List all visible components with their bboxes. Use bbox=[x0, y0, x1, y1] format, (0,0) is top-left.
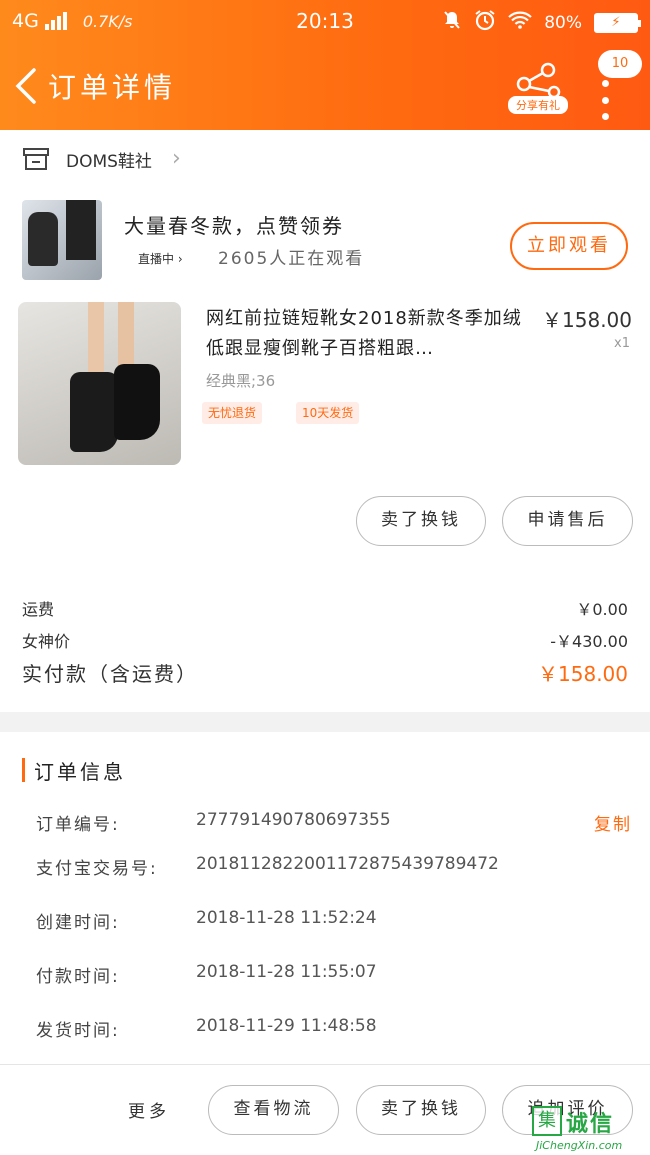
product-quantity: x1 bbox=[614, 336, 630, 351]
share-label: 分享有礼 bbox=[508, 96, 568, 114]
section-divider bbox=[0, 712, 650, 732]
product-item[interactable]: 网红前拉链短靴女2018新款冬季加绒低跟显瘦倒靴子百搭粗跟… ￥158.00 x… bbox=[0, 302, 650, 472]
share-icon bbox=[516, 62, 561, 99]
after-sale-button[interactable]: 申请售后 bbox=[502, 496, 633, 546]
watch-now-button[interactable]: 立即观看 bbox=[510, 222, 628, 270]
more-menu-icon[interactable] bbox=[602, 80, 612, 120]
copy-button[interactable]: 复制 bbox=[594, 810, 632, 835]
status-right: 80% ⚡ bbox=[442, 9, 641, 36]
battery-percent: 80% bbox=[544, 12, 582, 33]
watermark-text: 诚信 bbox=[566, 1112, 615, 1137]
sell-exchange-button[interactable]: 卖了换钱 bbox=[356, 496, 486, 546]
message-badge[interactable]: 10 bbox=[598, 50, 642, 78]
chevron-right-icon: › bbox=[172, 146, 181, 171]
info-key: 发货时间: bbox=[36, 1021, 120, 1041]
status-bar: 4G 0.7K/s 20:13 80% ⚡ bbox=[0, 0, 650, 42]
live-promo[interactable]: 大量春冬款，点赞领券 直播中 › 2605人正在观看 立即观看 bbox=[0, 200, 650, 284]
nav-bar: 订单详情 分享有礼 10 bbox=[0, 44, 650, 130]
watermark-box: 集 bbox=[532, 1106, 562, 1136]
back-arrow-icon[interactable] bbox=[12, 66, 40, 106]
info-key: 订单编号: bbox=[36, 815, 120, 835]
live-title: 大量春冬款，点赞领券 bbox=[124, 214, 344, 238]
info-key: 付款时间: bbox=[36, 967, 120, 987]
page-title: 订单详情 bbox=[48, 71, 177, 104]
share-button[interactable]: 分享有礼 bbox=[508, 62, 568, 118]
discount-value: -￥430.00 bbox=[550, 632, 628, 651]
order-info-section: 订单信息 订单编号: 277791490780697355 复制 支付宝交易号:… bbox=[0, 732, 650, 1064]
battery-icon: ⚡ bbox=[594, 12, 641, 33]
info-key: 创建时间: bbox=[36, 913, 120, 933]
watermark-url: JiChengXin.com bbox=[536, 1139, 623, 1152]
live-viewers: 2605人正在观看 bbox=[218, 249, 365, 269]
paid-row: 实付款（含运费） ￥158.00 bbox=[22, 658, 628, 687]
product-title: 网红前拉链短靴女2018新款冬季加绒低跟显瘦倒靴子百搭粗跟… bbox=[206, 308, 522, 359]
tag-ship-days: 10天发货 bbox=[296, 402, 360, 424]
shipping-row: 运费 ￥0.00 bbox=[22, 596, 628, 620]
live-badge: 直播中 › bbox=[138, 252, 183, 266]
watermark-logo: 集 诚信 JiChengXin.com bbox=[532, 1106, 650, 1155]
info-value: 2018-11-28 11:55:07 bbox=[196, 962, 377, 982]
product-price: ￥158.00 bbox=[542, 308, 632, 332]
info-value: 2018112822001172875439789472 bbox=[196, 854, 499, 874]
paid-label: 实付款（含运费） bbox=[22, 662, 198, 686]
live-thumbnail bbox=[22, 200, 102, 280]
shipping-value: ￥0.00 bbox=[576, 600, 628, 619]
header: 4G 0.7K/s 20:13 80% ⚡ 订单详情 分享有礼 10 bbox=[0, 0, 650, 130]
paid-value: ￥158.00 bbox=[538, 662, 628, 686]
mute-icon bbox=[442, 10, 462, 35]
discount-row: 女神价 -￥430.00 bbox=[22, 628, 628, 652]
info-value: 2018-11-29 11:48:58 bbox=[196, 1016, 377, 1036]
sell-exchange-button-bottom[interactable]: 卖了换钱 bbox=[356, 1085, 486, 1135]
view-logistics-button[interactable]: 查看物流 bbox=[208, 1085, 339, 1135]
wifi-icon bbox=[508, 11, 532, 34]
shop-name: DOMS鞋社 bbox=[66, 152, 152, 172]
shop-row[interactable]: DOMS鞋社 › bbox=[0, 130, 650, 188]
section-accent-bar bbox=[22, 758, 25, 782]
info-key: 支付宝交易号: bbox=[36, 859, 158, 879]
info-value: 277791490780697355 bbox=[196, 810, 391, 830]
alarm-icon bbox=[474, 9, 496, 36]
shipping-label: 运费 bbox=[22, 600, 55, 619]
product-image bbox=[18, 302, 181, 465]
store-icon bbox=[22, 146, 50, 172]
tag-free-return: 无忧退货 bbox=[202, 402, 263, 424]
info-value: 2018-11-28 11:52:24 bbox=[196, 908, 377, 928]
section-title: 订单信息 bbox=[34, 760, 126, 784]
product-spec: 经典黑;36 bbox=[206, 372, 276, 390]
discount-label: 女神价 bbox=[22, 632, 71, 651]
more-button[interactable]: 更多 bbox=[128, 1097, 170, 1122]
price-summary: 运费 ￥0.00 女神价 -￥430.00 实付款（含运费） ￥158.00 bbox=[0, 590, 650, 700]
